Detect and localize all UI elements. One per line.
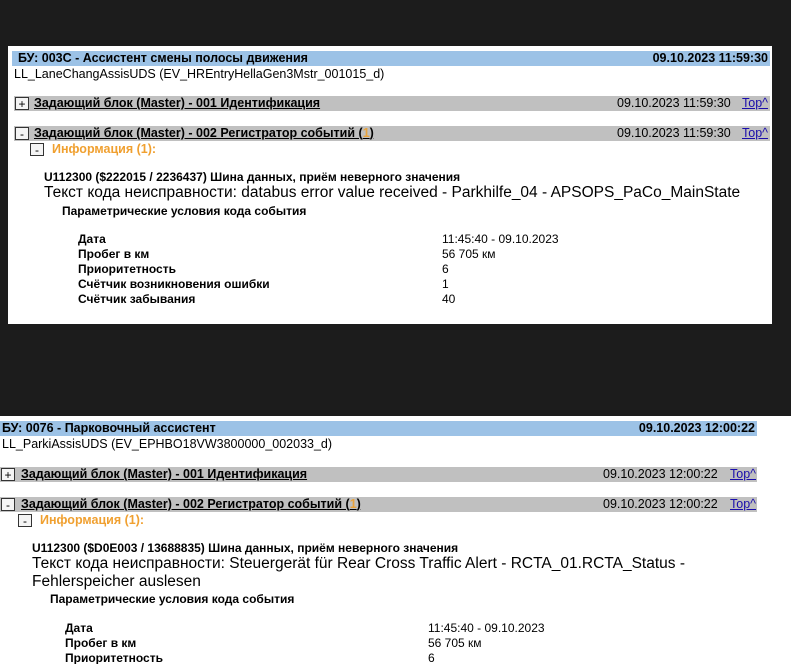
ecu-date: 09.10.2023 11:59:30 [652,51,768,65]
ecu-date: 09.10.2023 12:00:22 [638,421,755,435]
param-value: 6 [428,651,435,664]
section-date: 09.10.2023 11:59:30 [617,126,731,140]
param-label: Счётчик возникновения ошибки [78,277,270,291]
param-label: Дата [65,621,93,635]
ecu-report-panel-1: БУ: 003C - Ассистент смены полосы движен… [8,46,772,324]
top-link[interactable]: Top^ [742,96,768,111]
section-title[interactable]: Задающий блок (Master) - 002 Регистратор… [34,126,374,141]
expand-toggle[interactable]: + [15,97,29,110]
event-count: 1 [362,126,370,140]
section-title[interactable]: Задающий блок (Master) - 001 Идентификац… [34,96,320,111]
info-title: Информация (1): [52,142,157,156]
top-link[interactable]: Top^ [730,497,756,512]
ecu-title: БУ: 003C - Ассистент смены полосы движен… [18,51,308,65]
section-date: 09.10.2023 12:00:22 [603,467,718,481]
param-heading: Параметрические условия кода события [62,204,307,218]
param-label: Пробег в км [65,636,137,650]
param-value: 6 [442,262,449,276]
section-event-recorder: - Задающий блок (Master) - 002 Регистрат… [0,497,757,512]
collapse-toggle[interactable]: - [15,127,29,140]
top-link[interactable]: Top^ [730,467,756,482]
param-label: Приоритетность [65,651,163,664]
param-label: Приоритетность [78,262,176,276]
ecu-subtitle: LL_ParkiAssisUDS (EV_EPHBO18VW3800000_00… [2,437,333,451]
section-title[interactable]: Задающий блок (Master) - 002 Регистратор… [21,497,361,512]
param-label: Пробег в км [78,247,150,261]
section-event-recorder: - Задающий блок (Master) - 002 Регистрат… [14,126,770,141]
param-heading: Параметрические условия кода события [50,592,295,606]
param-label: Счётчик забывания [78,292,196,306]
param-value: 11:45:40 - 09.10.2023 [442,232,559,246]
expand-toggle[interactable]: + [1,468,15,481]
event-count: 1 [349,497,357,511]
ecu-title: БУ: 0076 - Парковочный ассистент [2,421,216,435]
param-value: 11:45:40 - 09.10.2023 [428,621,545,635]
info-title: Информация (1): [40,513,145,527]
param-value: 1 [442,277,449,291]
ecu-subtitle: LL_LaneChangAssisUDS (EV_HREntryHellaGen… [14,67,385,81]
top-link[interactable]: Top^ [742,126,768,141]
param-value: 40 [442,292,456,306]
param-value: 56 705 км [442,247,496,261]
section-title[interactable]: Задающий блок (Master) - 001 Идентификац… [21,467,307,482]
section-identification: + Задающий блок (Master) - 001 Идентифик… [0,467,757,482]
info-collapse-toggle[interactable]: - [30,143,44,156]
collapse-toggle[interactable]: - [1,498,15,511]
param-label: Дата [78,232,106,246]
section-identification: + Задающий блок (Master) - 001 Идентифик… [14,96,770,111]
section-date: 09.10.2023 11:59:30 [617,96,731,110]
fault-code-title: U112300 ($D0E003 / 13688835) Шина данных… [32,541,459,555]
ecu-report-panel-2: БУ: 0076 - Парковочный ассистент 09.10.2… [0,416,791,664]
ecu-header: БУ: 0076 - Парковочный ассистент 09.10.2… [0,421,757,436]
info-collapse-toggle[interactable]: - [18,514,32,527]
param-value: 56 705 км [428,636,482,650]
section-date: 09.10.2023 12:00:22 [603,497,718,511]
ecu-header: БУ: 003C - Ассистент смены полосы движен… [12,51,770,66]
fault-code-title: U112300 ($222015 / 2236437) Шина данных,… [44,170,461,184]
fault-code-text: Текст кода неисправности: databus error … [44,184,741,201]
fault-code-text: Текст кода неисправности: Steuergerät fü… [32,555,685,590]
